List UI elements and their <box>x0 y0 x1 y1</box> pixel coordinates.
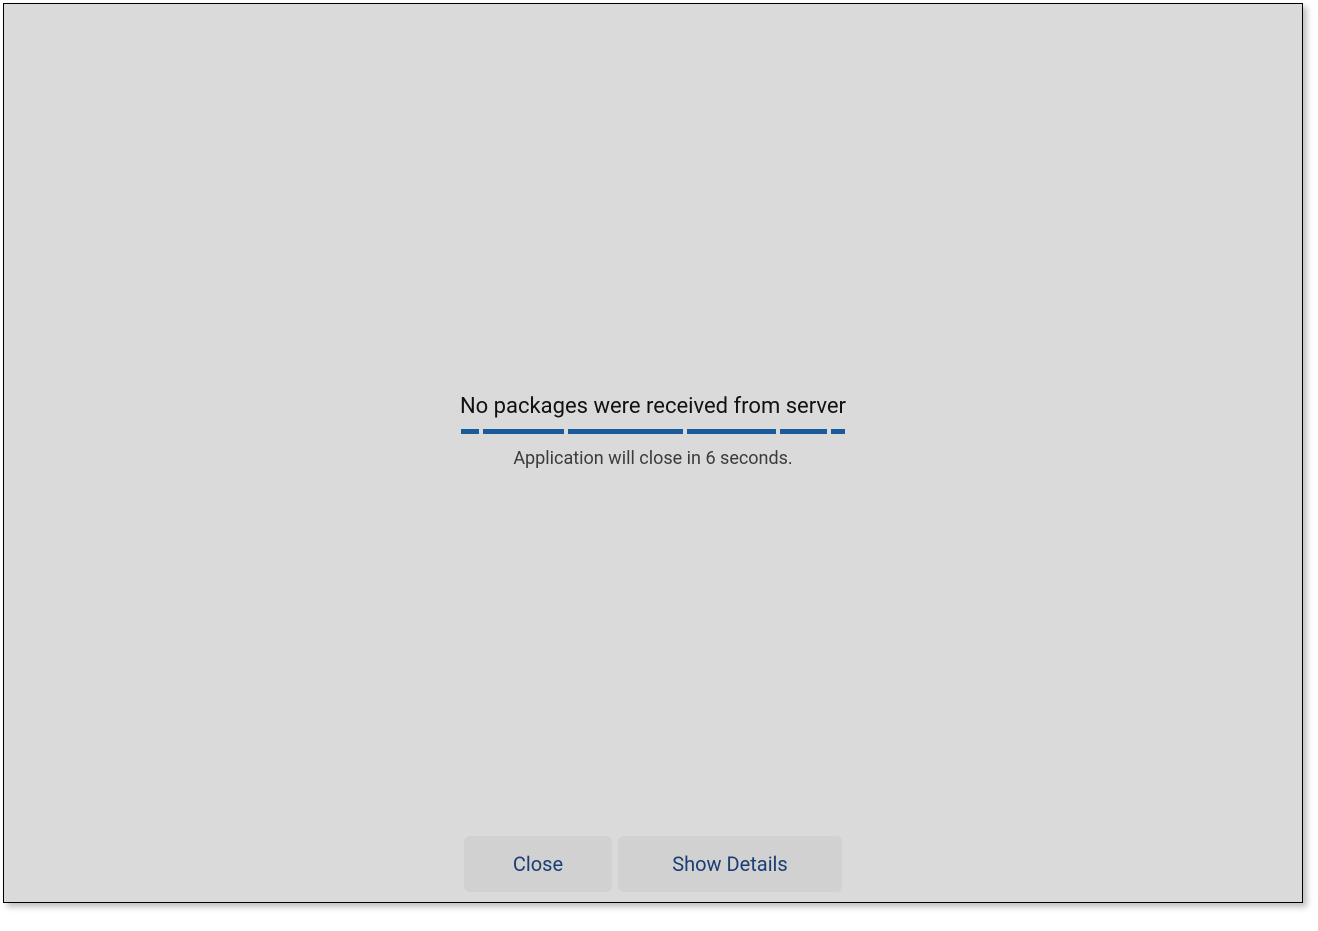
progress-bar <box>461 429 845 434</box>
show-details-button[interactable]: Show Details <box>618 836 842 892</box>
progress-segment <box>831 429 845 434</box>
error-title: No packages were received from server <box>443 394 863 419</box>
progress-segment <box>461 429 479 434</box>
countdown-text: Application will close in 6 seconds. <box>443 448 863 469</box>
button-row: Close Show Details <box>464 836 842 892</box>
progress-segment <box>780 429 827 434</box>
progress-segment <box>687 429 776 434</box>
progress-segment <box>568 429 683 434</box>
close-button[interactable]: Close <box>464 836 612 892</box>
dialog-window: No packages were received from server Ap… <box>3 3 1303 903</box>
dialog-content: No packages were received from server Ap… <box>443 394 863 469</box>
progress-segment <box>483 429 564 434</box>
